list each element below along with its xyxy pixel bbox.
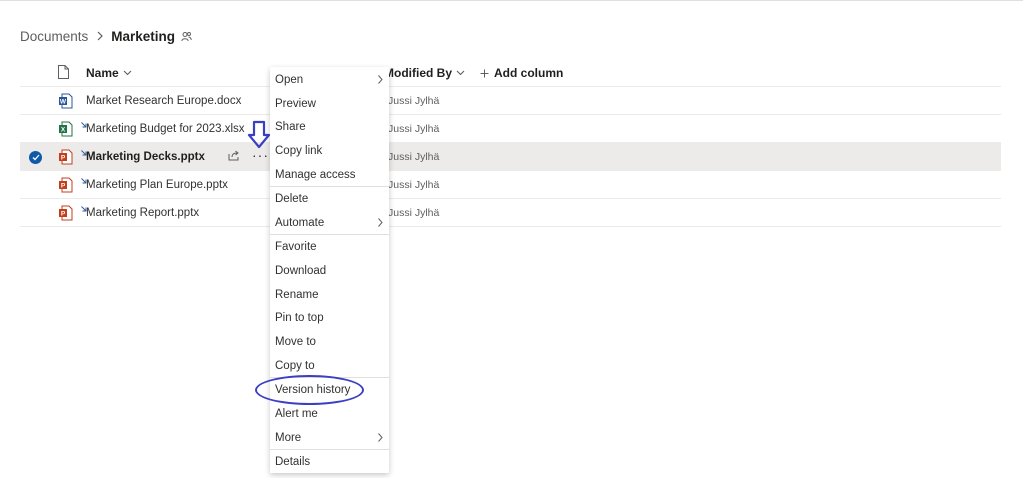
- modified-by: Jussi Jylhä: [388, 151, 440, 163]
- menu-item-pin-to-top[interactable]: Pin to top: [270, 306, 389, 330]
- menu-item-label: Share: [275, 121, 306, 133]
- menu-item-manage-access[interactable]: Manage access: [270, 163, 389, 187]
- file-name-link[interactable]: Marketing Plan Europe.pptx: [86, 179, 228, 191]
- word-file-icon: W: [58, 93, 73, 109]
- name-column-label: Name: [86, 66, 119, 80]
- menu-item-label: Move to: [275, 336, 316, 348]
- context-menu: Open Preview Share Copy link Manage acce…: [270, 67, 389, 473]
- name-column-header[interactable]: Name: [86, 66, 132, 80]
- chevron-right-icon: [378, 218, 383, 230]
- powerpoint-file-icon: P: [58, 177, 73, 193]
- annotation-arrow-down-icon: [247, 120, 271, 155]
- menu-item-label: Manage access: [275, 169, 356, 181]
- modified-by-column-label: Modified By: [384, 66, 452, 80]
- menu-item-label: Open: [275, 74, 304, 86]
- modified-by: Jussi Jylhä: [388, 179, 440, 191]
- add-column-button[interactable]: Add column: [480, 66, 563, 80]
- chevron-right-icon: [378, 433, 383, 445]
- menu-item-label: Rename: [275, 289, 319, 301]
- table-row-selected[interactable]: P Marketing Decks.pptx ··· Jussi Jylhä: [20, 143, 1001, 171]
- menu-item-automate[interactable]: Automate: [270, 211, 389, 235]
- share-icon[interactable]: [228, 150, 240, 164]
- breadcrumb-documents-link[interactable]: Documents: [20, 29, 88, 44]
- menu-item-delete[interactable]: Delete: [270, 187, 389, 211]
- shared-people-icon[interactable]: [181, 31, 192, 42]
- modified-by: Jussi Jylhä: [388, 95, 440, 107]
- svg-text:P: P: [61, 155, 66, 162]
- menu-item-label: Copy link: [275, 145, 323, 157]
- add-column-label: Add column: [494, 66, 564, 80]
- chevron-down-icon: [123, 70, 132, 76]
- menu-item-label: Automate: [275, 217, 325, 229]
- menu-item-open[interactable]: Open: [270, 68, 389, 92]
- breadcrumb: Documents Marketing: [20, 26, 192, 46]
- modified-by: Jussi Jylhä: [388, 123, 440, 135]
- modified-by-column-header[interactable]: Modified By: [384, 66, 465, 80]
- menu-item-label: Alert me: [275, 408, 318, 420]
- chevron-right-icon: [378, 75, 383, 87]
- menu-item-favorite[interactable]: Favorite: [270, 235, 389, 259]
- svg-text:P: P: [61, 211, 66, 218]
- table-row[interactable]: W Market Research Europe.docx Jussi Jylh…: [20, 87, 1001, 115]
- menu-item-share[interactable]: Share: [270, 115, 389, 139]
- file-name-link[interactable]: Market Research Europe.docx: [86, 95, 241, 107]
- table-row[interactable]: P Marketing Report.pptx Jussi Jylhä: [20, 199, 1001, 227]
- menu-item-label: More: [275, 432, 302, 444]
- file-type-icon[interactable]: [58, 65, 69, 82]
- menu-item-label: Download: [275, 265, 327, 277]
- breadcrumb-current: Marketing: [111, 28, 176, 44]
- menu-item-label: Preview: [275, 98, 316, 110]
- chevron-down-icon: [456, 70, 465, 76]
- svg-text:P: P: [61, 183, 66, 190]
- top-divider: [0, 0, 1023, 2]
- menu-item-rename[interactable]: Rename: [270, 283, 389, 307]
- list-header: Name Modified By Add column: [20, 58, 1001, 87]
- excel-file-icon: X: [58, 121, 73, 137]
- menu-item-preview[interactable]: Preview: [270, 92, 389, 116]
- table-row[interactable]: X Marketing Budget for 2023.xlsx Jussi J…: [20, 115, 1001, 143]
- modified-by: Jussi Jylhä: [388, 207, 440, 219]
- annotation-highlight-circle: [255, 375, 364, 405]
- menu-item-label: Delete: [275, 193, 309, 205]
- file-name-link[interactable]: Marketing Budget for 2023.xlsx: [86, 123, 245, 135]
- table-row[interactable]: P Marketing Plan Europe.pptx Jussi Jylhä: [20, 171, 1001, 199]
- file-list: Name Modified By Add column W Market Res…: [20, 58, 1001, 227]
- powerpoint-file-icon: P: [58, 149, 73, 165]
- chevron-right-icon: [97, 31, 104, 41]
- menu-item-download[interactable]: Download: [270, 259, 389, 283]
- file-name-link[interactable]: Marketing Decks.pptx: [86, 151, 205, 163]
- menu-item-label: Copy to: [275, 360, 315, 372]
- menu-item-copy-link[interactable]: Copy link: [270, 139, 389, 163]
- powerpoint-file-icon: P: [58, 205, 73, 221]
- svg-text:W: W: [60, 99, 67, 106]
- plus-icon: [480, 69, 489, 78]
- selected-checkmark-icon[interactable]: [29, 151, 42, 164]
- menu-item-alert-me[interactable]: Alert me: [270, 402, 389, 426]
- menu-item-label: Pin to top: [275, 312, 324, 324]
- file-name-link[interactable]: Marketing Report.pptx: [86, 207, 199, 219]
- menu-item-more[interactable]: More: [270, 426, 389, 450]
- menu-item-move-to[interactable]: Move to: [270, 330, 389, 354]
- menu-item-details[interactable]: Details: [270, 450, 389, 474]
- menu-item-copy-to[interactable]: Copy to: [270, 354, 389, 378]
- svg-text:X: X: [61, 127, 66, 134]
- menu-item-label: Details: [275, 456, 311, 468]
- menu-item-label: Favorite: [275, 241, 317, 253]
